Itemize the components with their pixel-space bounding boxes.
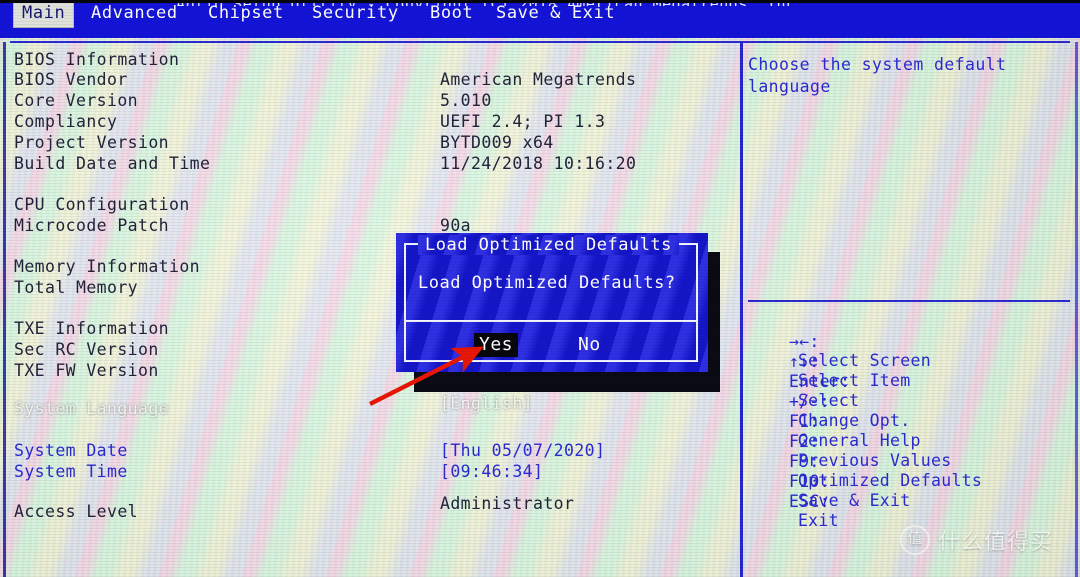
menu-item-system-date[interactable]: System Date — [14, 442, 128, 460]
key-action-esc: Exit — [797, 511, 839, 530]
value-project-version: BYTD009 x64 — [440, 133, 554, 152]
value-system-time[interactable]: [09:46:34] — [440, 463, 543, 481]
value-access-level: Administrator — [440, 494, 575, 513]
load-optimized-defaults-dialog: Load Optimized Defaults Load Optimized D… — [396, 233, 708, 372]
value-bios-vendor: American Megatrends — [440, 70, 637, 89]
dialog-title: Load Optimized Defaults — [418, 235, 679, 255]
key-label-esc: ESC: — [788, 491, 830, 511]
frame-left-border — [3, 42, 6, 577]
header-separator — [10, 41, 1070, 43]
value-compliancy: UEFI 2.4; PI 1.3 — [440, 112, 606, 131]
label-build-date-time: Build Date and Time — [14, 154, 211, 173]
dialog-message: Load Optimized Defaults? — [418, 273, 676, 293]
dialog-no-button[interactable]: No — [573, 333, 606, 357]
label-core-version: Core Version — [14, 91, 139, 110]
value-core-version: 5.010 — [440, 91, 492, 110]
value-system-language[interactable]: [English] — [440, 395, 533, 413]
label-total-memory: Total Memory — [14, 278, 139, 297]
watermark-text: 什么值得买 — [938, 530, 1054, 555]
value-system-date[interactable]: [Thu 05/07/2020] — [440, 442, 605, 460]
help-panel-separator — [748, 300, 1070, 302]
tab-chipset[interactable]: Chipset — [208, 1, 284, 26]
tab-boot[interactable]: Boot — [430, 1, 473, 26]
tab-bar-underline — [0, 33, 1080, 38]
menu-item-system-language[interactable]: System Language — [14, 400, 169, 418]
label-compliancy: Compliancy — [14, 112, 118, 131]
label-project-version: Project Version — [14, 133, 170, 152]
dialog-inner-border — [404, 243, 698, 362]
bios-setup-screen: Aptio Setup Utility - Copyright (C) 2018… — [0, 0, 1080, 577]
key-hint-esc: ESC: Exit — [748, 472, 839, 550]
tab-save-exit[interactable]: Save & Exit — [496, 1, 615, 26]
label-sec-rc-version: Sec RC Version — [14, 340, 159, 359]
heading-cpu-configuration: CPU Configuration — [14, 195, 190, 214]
watermark: 值 什么值得买 — [900, 524, 1053, 556]
photo-top-crop-edge — [0, 0, 1080, 3]
heading-bios-information: BIOS Information — [14, 50, 180, 69]
help-description: Choose the system default language — [748, 55, 1007, 96]
tab-main[interactable]: Main — [14, 0, 74, 27]
watermark-logo-icon: 值 — [900, 525, 930, 555]
label-microcode-patch: Microcode Patch — [14, 216, 170, 235]
frame-center-divider — [740, 42, 743, 577]
dialog-button-separator — [404, 320, 698, 322]
label-bios-vendor: BIOS Vendor — [14, 70, 128, 89]
label-txe-fw-version: TXE FW Version — [14, 361, 159, 380]
heading-memory-information: Memory Information — [14, 257, 201, 276]
frame-right-border — [1075, 42, 1078, 577]
tab-advanced[interactable]: Advanced — [91, 1, 178, 26]
value-build-date-time: 11/24/2018 10:16:20 — [440, 154, 637, 173]
heading-txe-information: TXE Information — [14, 319, 170, 338]
dialog-yes-button[interactable]: Yes — [474, 333, 519, 357]
menu-item-system-time[interactable]: System Time — [14, 463, 128, 481]
label-access-level: Access Level — [14, 502, 139, 521]
tab-security[interactable]: Security — [312, 1, 399, 26]
